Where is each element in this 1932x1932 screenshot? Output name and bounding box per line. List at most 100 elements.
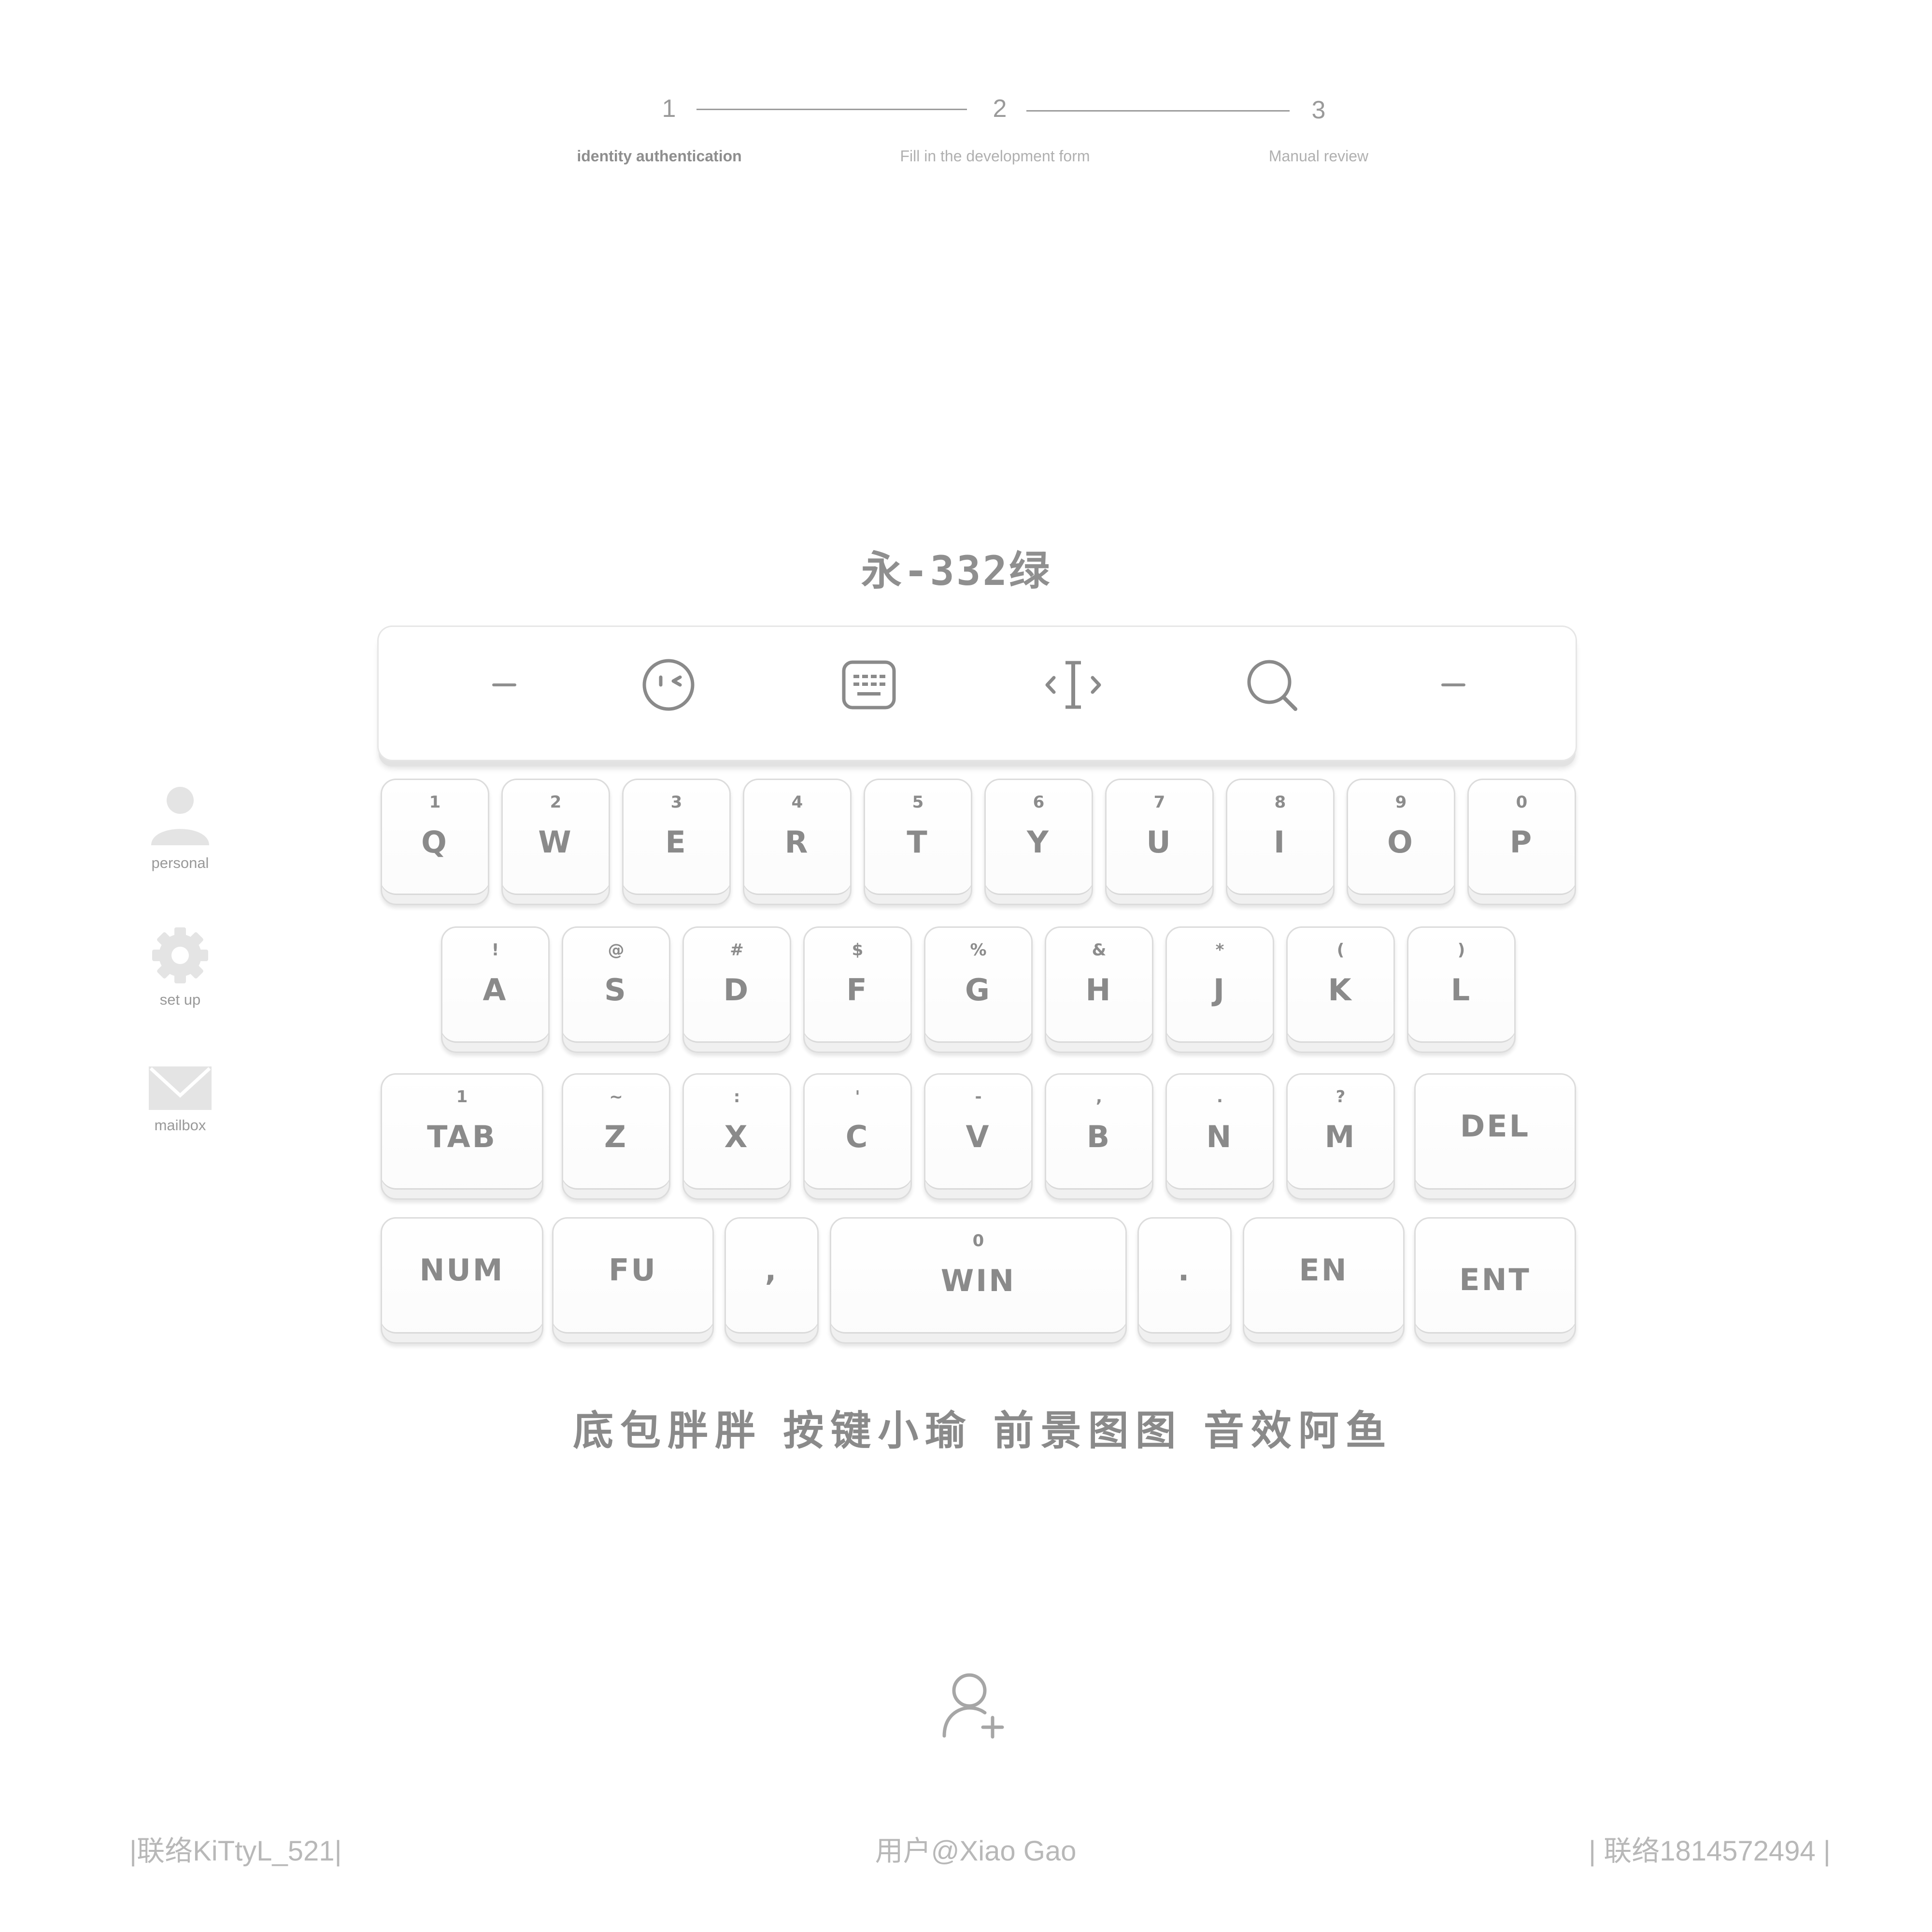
page-title: 永-332绿 bbox=[861, 547, 1052, 595]
key-sub: ) bbox=[1457, 940, 1465, 960]
key-label: Y bbox=[1027, 824, 1051, 860]
key-label: E bbox=[665, 824, 688, 860]
key-label: S bbox=[604, 972, 628, 1008]
key-label: Z bbox=[604, 1119, 628, 1154]
key-label: M bbox=[1324, 1119, 1357, 1154]
sidebar-item-personal[interactable]: personal bbox=[125, 785, 236, 872]
key-b[interactable]: ,B bbox=[1045, 1073, 1153, 1200]
key-sub: ! bbox=[491, 940, 499, 960]
key-sub: : bbox=[733, 1087, 740, 1107]
step-1-number: 1 bbox=[662, 95, 676, 123]
key-label: P bbox=[1509, 824, 1534, 860]
key-label: X bbox=[724, 1119, 750, 1154]
text-cursor-icon[interactable] bbox=[1035, 627, 1112, 743]
step-3-label[interactable]: Manual review bbox=[1236, 147, 1401, 165]
sidebar-item-mailbox[interactable]: mailbox bbox=[125, 1066, 236, 1134]
key-label: NUM bbox=[419, 1252, 505, 1288]
key-u[interactable]: 7U bbox=[1105, 779, 1214, 905]
key-label: ENT bbox=[1459, 1262, 1531, 1297]
key-e[interactable]: 3E bbox=[622, 779, 731, 905]
key-sub: 4 bbox=[791, 793, 803, 812]
stepper: 1 2 3 identity authentication Fill in th… bbox=[0, 0, 1932, 193]
key-i[interactable]: 8I bbox=[1226, 779, 1335, 905]
sidebar-label-mailbox: mailbox bbox=[154, 1117, 206, 1134]
key-tab[interactable]: 1 TAB bbox=[381, 1073, 543, 1200]
key-sub: ' bbox=[855, 1087, 860, 1107]
key-period[interactable]: . bbox=[1137, 1217, 1232, 1344]
key-del[interactable]: DEL bbox=[1414, 1073, 1576, 1200]
step-1-label[interactable]: identity authentication bbox=[563, 147, 756, 165]
key-num[interactable]: NUM bbox=[381, 1217, 543, 1344]
key-label: W bbox=[538, 824, 573, 860]
key-m[interactable]: ? M bbox=[1286, 1073, 1395, 1200]
key-win[interactable]: 0 WIN bbox=[830, 1217, 1127, 1344]
key-sub: 0 bbox=[1516, 793, 1528, 812]
key-label: O bbox=[1387, 824, 1415, 860]
key-sub: 3 bbox=[670, 793, 682, 812]
key-sub: 9 bbox=[1395, 793, 1407, 812]
key-label: F bbox=[846, 972, 869, 1008]
step-3-number: 3 bbox=[1311, 96, 1326, 124]
key-t[interactable]: 5T bbox=[864, 779, 972, 905]
key-comma[interactable]: , bbox=[724, 1217, 819, 1344]
key-label: V bbox=[966, 1119, 991, 1154]
key-sub: # bbox=[730, 940, 744, 960]
emoji-icon[interactable] bbox=[635, 627, 702, 743]
search-icon[interactable] bbox=[1238, 627, 1306, 743]
key-n[interactable]: .N bbox=[1165, 1073, 1274, 1200]
key-sub: 8 bbox=[1274, 793, 1286, 812]
add-user-button[interactable] bbox=[939, 1671, 1007, 1739]
key-ent[interactable]: ENT bbox=[1414, 1217, 1576, 1344]
key-label: . bbox=[1178, 1252, 1192, 1288]
key-y[interactable]: 6Y bbox=[984, 779, 1093, 905]
key-sub: 2 bbox=[550, 793, 562, 812]
key-o[interactable]: 9O bbox=[1347, 779, 1455, 905]
key-label: T bbox=[907, 824, 929, 860]
add-user-icon bbox=[942, 1673, 1004, 1739]
right-dash-icon[interactable] bbox=[1422, 627, 1490, 743]
key-sub: 1 bbox=[456, 1087, 468, 1107]
sidebar-label-personal: personal bbox=[151, 854, 209, 871]
key-c[interactable]: ' C bbox=[803, 1073, 912, 1200]
keyboard-icon[interactable] bbox=[835, 627, 903, 743]
key-g[interactable]: % G bbox=[924, 926, 1033, 1053]
key-sub: @ bbox=[608, 940, 625, 960]
key-v[interactable]: -V bbox=[924, 1073, 1033, 1200]
footer-user: 用户@Xiao Gao bbox=[875, 1835, 1077, 1867]
left-dash-icon[interactable] bbox=[473, 627, 540, 743]
key-label: J bbox=[1213, 972, 1227, 1008]
key-sub: 1 bbox=[429, 793, 441, 812]
key-j[interactable]: * J bbox=[1165, 926, 1274, 1053]
key-k[interactable]: (K bbox=[1286, 926, 1395, 1053]
key-l[interactable]: ) L bbox=[1407, 926, 1516, 1053]
key-p[interactable]: 0P bbox=[1467, 779, 1576, 905]
key-label: Q bbox=[421, 824, 449, 860]
key-s[interactable]: @ S bbox=[562, 926, 670, 1053]
key-label: H bbox=[1085, 972, 1113, 1008]
key-x[interactable]: :X bbox=[682, 1073, 791, 1200]
step-2-label[interactable]: Fill in the development form bbox=[869, 147, 1121, 165]
key-label: TAB bbox=[427, 1119, 497, 1154]
key-r[interactable]: 4R bbox=[743, 779, 852, 905]
key-en[interactable]: EN bbox=[1243, 1217, 1405, 1344]
key-q[interactable]: 1Q bbox=[381, 779, 489, 905]
key-label: D bbox=[723, 972, 751, 1008]
key-label: K bbox=[1328, 972, 1353, 1008]
key-d[interactable]: # D bbox=[682, 926, 791, 1053]
key-z[interactable]: ~ Z bbox=[562, 1073, 670, 1200]
key-label: I bbox=[1273, 824, 1287, 860]
key-label: U bbox=[1146, 824, 1173, 860]
key-a[interactable]: ! A bbox=[441, 926, 550, 1053]
key-label: L bbox=[1450, 972, 1472, 1008]
sidebar-item-setup[interactable]: set up bbox=[125, 926, 236, 1009]
key-f[interactable]: $ F bbox=[803, 926, 912, 1053]
key-w[interactable]: 2W bbox=[501, 779, 610, 905]
key-fu[interactable]: FU bbox=[552, 1217, 714, 1344]
step-2-number: 2 bbox=[993, 95, 1007, 123]
key-label: FU bbox=[609, 1252, 657, 1288]
key-h[interactable]: & H bbox=[1045, 926, 1153, 1053]
credits-text: 底包胖胖 按键小瑜 前景图图 音效阿鱼 bbox=[573, 1407, 1393, 1454]
key-sub: , bbox=[1096, 1087, 1102, 1107]
key-sub: ~ bbox=[609, 1087, 623, 1107]
key-sub: * bbox=[1215, 940, 1224, 960]
